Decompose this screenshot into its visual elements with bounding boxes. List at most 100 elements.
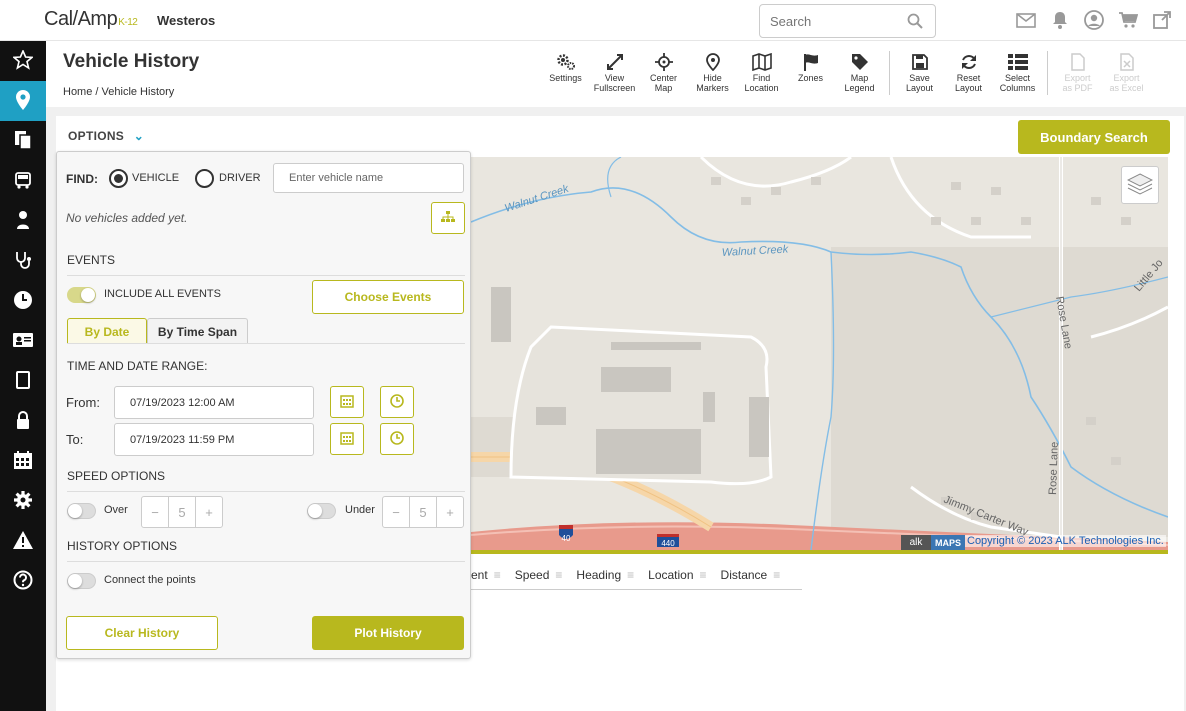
mail-icon[interactable]: [1015, 10, 1037, 30]
column-menu-icon[interactable]: ≡: [700, 568, 707, 582]
search-input[interactable]: [770, 14, 900, 29]
sidebar-item-settings[interactable]: [0, 481, 46, 521]
sidebar-item-history[interactable]: [0, 281, 46, 321]
decrement-button[interactable]: −: [383, 497, 409, 527]
export-pdf-button[interactable]: Export as PDF: [1053, 51, 1102, 95]
to-calendar-button[interactable]: [330, 423, 364, 455]
column-header-speed[interactable]: Speed ≡: [515, 568, 563, 582]
driver-radio[interactable]: [195, 169, 214, 188]
from-calendar-button[interactable]: [330, 386, 364, 418]
select-columns-button[interactable]: Select Columns: [993, 51, 1042, 95]
cart-icon[interactable]: [1117, 10, 1139, 30]
clock-icon: [390, 393, 404, 411]
boundary-search-button[interactable]: Boundary Search: [1018, 120, 1170, 154]
to-label: To:: [66, 432, 84, 447]
org-name: Westeros: [157, 13, 216, 28]
id-card-icon: [12, 332, 34, 351]
include-all-events-label: INCLUDE ALL EVENTS: [104, 288, 221, 300]
center-map-button[interactable]: Center Map: [639, 51, 688, 95]
history-options-heading: HISTORY OPTIONS: [67, 539, 178, 553]
column-header-location[interactable]: Location ≡: [648, 568, 706, 582]
map-view[interactable]: 40 440 Walnut Creek Walnut Creek Rose La…: [471, 157, 1168, 550]
save-layout-button[interactable]: Save Layout: [895, 51, 944, 95]
include-all-events-toggle[interactable]: [67, 287, 96, 303]
fullscreen-button[interactable]: View Fullscreen: [590, 51, 639, 95]
map-layers-button[interactable]: [1121, 166, 1159, 204]
from-time-button[interactable]: [380, 386, 414, 418]
increment-button[interactable]: +: [437, 497, 463, 527]
speed-under-toggle[interactable]: [307, 503, 336, 519]
divider: [67, 561, 465, 562]
search-icon[interactable]: [907, 13, 923, 32]
sidebar-item-calendar[interactable]: [0, 441, 46, 481]
column-menu-icon[interactable]: ≡: [494, 568, 501, 582]
tab-by-date[interactable]: By Date: [67, 318, 147, 344]
clear-history-button[interactable]: Clear History: [66, 616, 218, 650]
search-box[interactable]: [759, 4, 936, 38]
sidebar-item-favorites[interactable]: [0, 41, 46, 81]
page-header: Vehicle History Home / Vehicle History S…: [46, 41, 1186, 107]
speed-over-toggle[interactable]: [67, 503, 96, 519]
user-icon[interactable]: [1083, 10, 1105, 30]
breadcrumb-current: Vehicle History: [101, 86, 175, 98]
toolbar-divider: [1047, 51, 1048, 95]
hide-markers-button[interactable]: Hide Markers: [688, 51, 737, 95]
sidebar-item-tablet[interactable]: [0, 361, 46, 401]
column-menu-icon[interactable]: ≡: [773, 568, 780, 582]
options-toggle[interactable]: OPTIONS ⌄: [68, 129, 144, 143]
from-date-input[interactable]: 07/19/2023 12:00 AM: [114, 386, 314, 419]
settings-button[interactable]: Settings: [541, 51, 590, 95]
pdf-file-icon: [1070, 51, 1085, 73]
to-time-button[interactable]: [380, 423, 414, 455]
gears-icon: [556, 51, 576, 73]
reset-layout-button[interactable]: Reset Layout: [944, 51, 993, 95]
vehicle-radio[interactable]: [109, 169, 128, 188]
speed-under-value[interactable]: 5: [409, 497, 437, 527]
connect-points-toggle[interactable]: [67, 573, 96, 589]
map-toolbar: Settings View Fullscreen Center Map Hide Ma…: [541, 51, 1151, 95]
speed-over-stepper[interactable]: −5 +: [141, 496, 223, 528]
vehicle-tree-button[interactable]: [431, 202, 465, 234]
external-link-icon[interactable]: [1151, 10, 1173, 30]
column-header-distance[interactable]: Distance ≡: [721, 568, 781, 582]
speed-under-stepper[interactable]: −5 +: [382, 496, 464, 528]
column-menu-icon[interactable]: ≡: [555, 568, 562, 582]
save-icon: [911, 51, 928, 73]
sidebar-item-help[interactable]: [0, 561, 46, 601]
find-location-button[interactable]: Find Location: [737, 51, 786, 95]
decrement-button[interactable]: −: [142, 497, 168, 527]
sidebar-item-security[interactable]: [0, 401, 46, 441]
plot-history-button[interactable]: Plot History: [312, 616, 464, 650]
column-header-heading[interactable]: Heading ≡: [576, 568, 634, 582]
sidebar-item-documents[interactable]: [0, 121, 46, 161]
bell-icon[interactable]: [1049, 10, 1071, 30]
vehicle-radio-label[interactable]: VEHICLE: [132, 172, 179, 184]
sidebar-item-health[interactable]: [0, 241, 46, 281]
sidebar-item-map[interactable]: [0, 81, 46, 121]
sidebar-item-bus[interactable]: [0, 161, 46, 201]
toolbar-divider: [889, 51, 890, 95]
layers-icon: [1126, 172, 1154, 199]
breadcrumb: Home / Vehicle History: [63, 86, 175, 98]
gear-icon: [13, 490, 33, 513]
vehicle-name-input[interactable]: Enter vehicle name: [273, 163, 464, 193]
map-legend-button[interactable]: Map Legend: [835, 51, 884, 95]
calamp-logo[interactable]: Cal/AmpK-12: [44, 8, 138, 31]
export-excel-button[interactable]: Export as Excel: [1102, 51, 1151, 95]
map-copyright[interactable]: Copyright © 2023 ALK Technologies Inc.: [965, 535, 1166, 547]
sidebar-item-id-cards[interactable]: [0, 321, 46, 361]
sidebar-item-alerts[interactable]: [0, 521, 46, 561]
column-header-event[interactable]: ent ≡: [471, 568, 501, 582]
zones-button[interactable]: Zones: [786, 51, 835, 95]
increment-button[interactable]: +: [196, 497, 222, 527]
speed-over-value[interactable]: 5: [168, 497, 196, 527]
sidebar-item-students[interactable]: [0, 201, 46, 241]
choose-events-button[interactable]: Choose Events: [312, 280, 464, 314]
copy-icon: [13, 130, 33, 153]
tab-by-time-span[interactable]: By Time Span: [147, 318, 248, 344]
breadcrumb-home[interactable]: Home: [63, 86, 92, 98]
tablet-icon: [16, 370, 30, 393]
to-date-input[interactable]: 07/19/2023 11:59 PM: [114, 423, 314, 456]
column-menu-icon[interactable]: ≡: [627, 568, 634, 582]
driver-radio-label[interactable]: DRIVER: [219, 172, 261, 184]
